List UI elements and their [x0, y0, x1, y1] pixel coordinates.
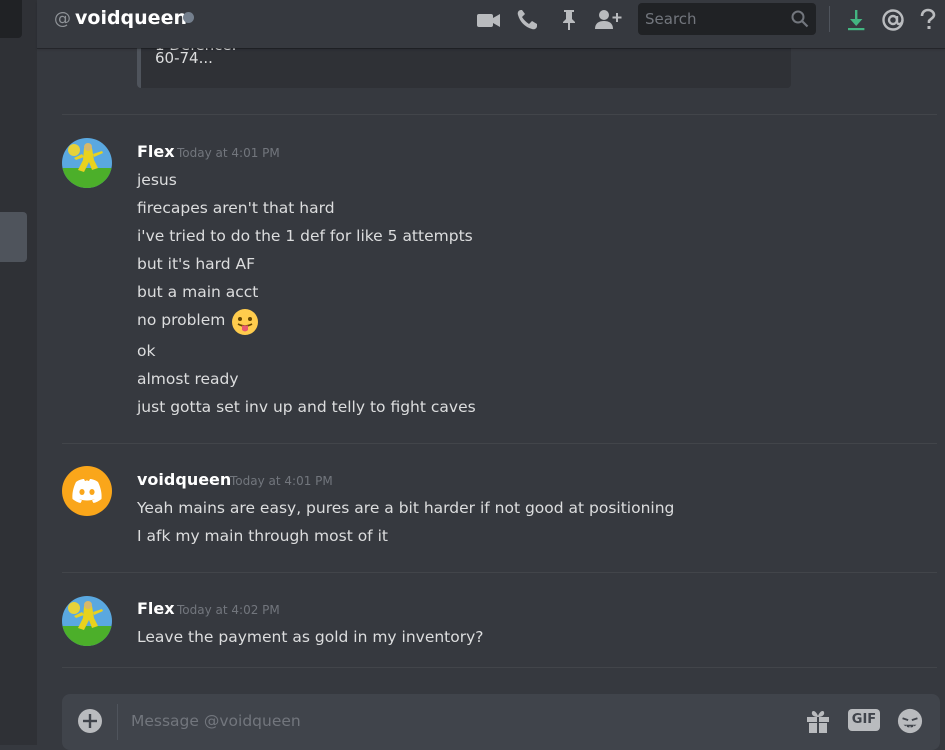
voice-call-icon[interactable] [515, 8, 541, 32]
message-divider [62, 572, 937, 573]
message-text: Leave the payment as gold in my inventor… [137, 628, 484, 646]
stuck-out-tongue-emoji-icon [232, 309, 258, 335]
message-divider [62, 114, 937, 115]
message-divider [62, 443, 937, 444]
message-author[interactable]: Flex [137, 599, 175, 618]
message-text: almost ready [137, 370, 239, 388]
pin-icon[interactable] [556, 8, 582, 32]
message-text: but a main acct [137, 283, 259, 301]
discord-logo-avatar[interactable] [62, 466, 112, 516]
message-list: 1 Defence. 60-74... Flex Today at 4:01 P… [37, 36, 945, 688]
mentions-icon[interactable] [880, 8, 906, 32]
video-call-icon[interactable] [476, 8, 502, 32]
message-input[interactable]: Message @voidqueen [131, 712, 301, 730]
header-divider [829, 6, 830, 32]
emoji-picker-icon[interactable] [896, 708, 924, 734]
flex-avatar[interactable] [62, 138, 112, 188]
composer-divider [117, 704, 118, 740]
embed-text-line: 60-74... [155, 49, 213, 67]
channel-sidebar-edge [0, 0, 37, 745]
search-placeholder: Search [645, 10, 697, 28]
upload-plus-icon[interactable] [77, 708, 103, 734]
message-text: firecapes aren't that hard [137, 199, 335, 217]
message-timestamp: Today at 4:01 PM [177, 146, 280, 160]
message-text: jesus [137, 171, 177, 189]
message-divider [62, 667, 937, 668]
message-text: i've tried to do the 1 def for like 5 at… [137, 227, 473, 245]
message-text: Yeah mains are easy, pures are a bit har… [137, 499, 675, 517]
help-icon[interactable] [917, 8, 939, 32]
search-input[interactable]: Search [638, 3, 816, 35]
message-timestamp: Today at 4:01 PM [230, 474, 333, 488]
search-icon [791, 10, 809, 28]
message-text: but it's hard AF [137, 255, 256, 273]
add-friend-icon[interactable] [593, 8, 623, 32]
message-timestamp: Today at 4:02 PM [177, 603, 280, 617]
message-text: just gotta set inv up and telly to fight… [137, 398, 476, 416]
at-symbol-icon: @ [54, 9, 71, 29]
download-icon[interactable] [843, 8, 869, 32]
status-offline-indicator [183, 12, 194, 23]
message-text: I afk my main through most of it [137, 527, 388, 545]
message-text: ok [137, 342, 156, 360]
channel-header: @ voidqueen Search [37, 0, 945, 48]
message-text: no problem [137, 311, 226, 329]
gif-button[interactable]: GIF [848, 709, 880, 731]
sidebar-selected-item[interactable] [0, 212, 27, 262]
sidebar-top-block [0, 0, 22, 38]
message-composer: Message @voidqueen GIF [62, 694, 940, 750]
message-author[interactable]: Flex [137, 142, 175, 161]
message-author[interactable]: voidqueen [137, 470, 231, 489]
flex-avatar[interactable] [62, 596, 112, 646]
page-title: voidqueen [75, 7, 187, 29]
gift-icon[interactable] [805, 708, 831, 734]
